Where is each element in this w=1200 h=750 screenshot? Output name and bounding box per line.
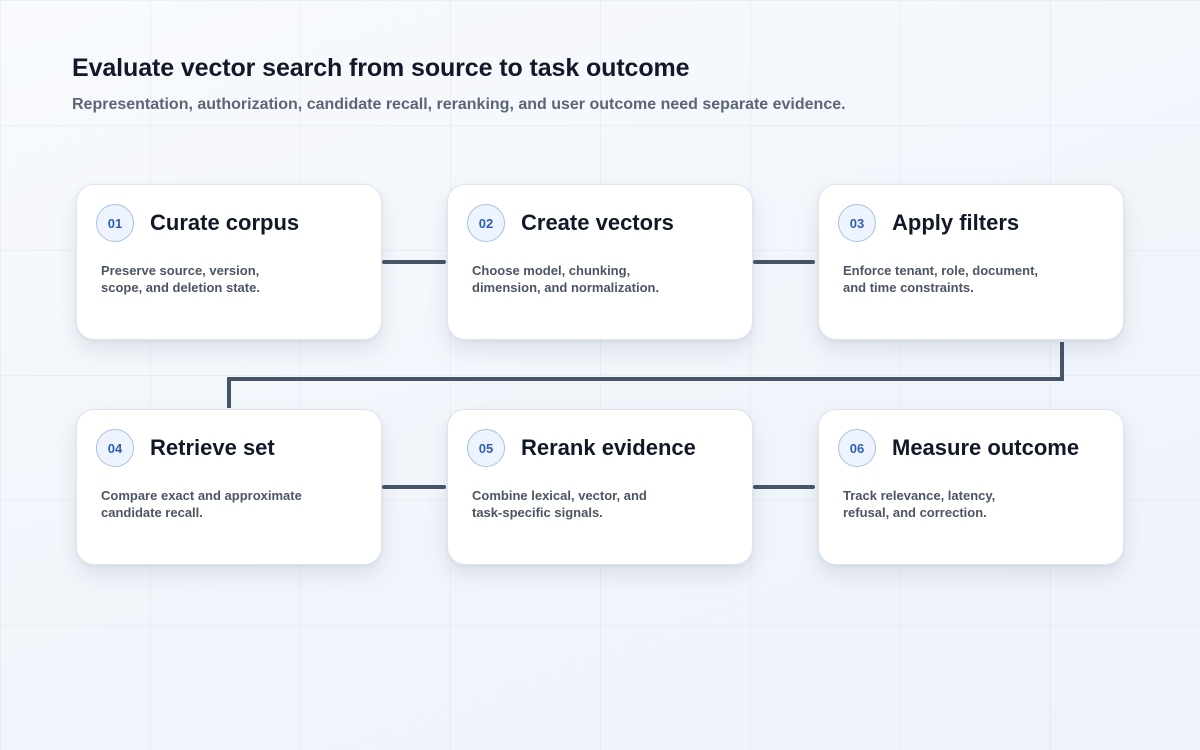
step-number-badge: 04 bbox=[96, 429, 134, 467]
step-title: Retrieve set bbox=[150, 435, 275, 460]
step-card-retrieve-set: 04 Retrieve set Compare exact and approx… bbox=[76, 409, 382, 565]
step-description: Combine lexical, vector, and task-specif… bbox=[472, 488, 647, 520]
step-description: Preserve source, version, scope, and del… bbox=[101, 263, 260, 295]
step-card-curate-corpus: 01 Curate corpus Preserve source, versio… bbox=[76, 184, 382, 340]
step-title: Curate corpus bbox=[150, 210, 300, 235]
step-card-create-vectors: 02 Create vectors Choose model, chunking… bbox=[447, 184, 753, 340]
step-number-badge: 03 bbox=[838, 204, 876, 242]
step-title: Apply filters bbox=[892, 210, 1020, 235]
step-description: Compare exact and approximate candidate … bbox=[101, 488, 302, 520]
step-title: Measure outcome bbox=[892, 435, 1080, 460]
step-card-rerank-evidence: 05 Rerank evidence Combine lexical, vect… bbox=[447, 409, 753, 565]
step-description: Enforce tenant, role, document, and time… bbox=[843, 263, 1039, 295]
step-title: Rerank evidence bbox=[521, 435, 696, 460]
page-title: Evaluate vector search from source to ta… bbox=[72, 54, 690, 82]
step-card-measure-outcome: 06 Measure outcome Track relevance, late… bbox=[818, 409, 1124, 565]
connector-03-04 bbox=[227, 342, 1064, 408]
step-title: Create vectors bbox=[521, 210, 674, 235]
diagram-header: Evaluate vector search from source to ta… bbox=[72, 52, 1132, 116]
step-description: Track relevance, latency, refusal, and c… bbox=[843, 488, 996, 520]
step-number-badge: 01 bbox=[96, 204, 134, 242]
step-number-badge: 02 bbox=[467, 204, 505, 242]
step-description: Choose model, chunking, dimension, and n… bbox=[472, 263, 660, 295]
step-number-badge: 06 bbox=[838, 429, 876, 467]
page-subtitle: Representation, authorization, candidate… bbox=[72, 96, 846, 113]
step-number-badge: 05 bbox=[467, 429, 505, 467]
step-card-apply-filters: 03 Apply filters Enforce tenant, role, d… bbox=[818, 184, 1124, 340]
